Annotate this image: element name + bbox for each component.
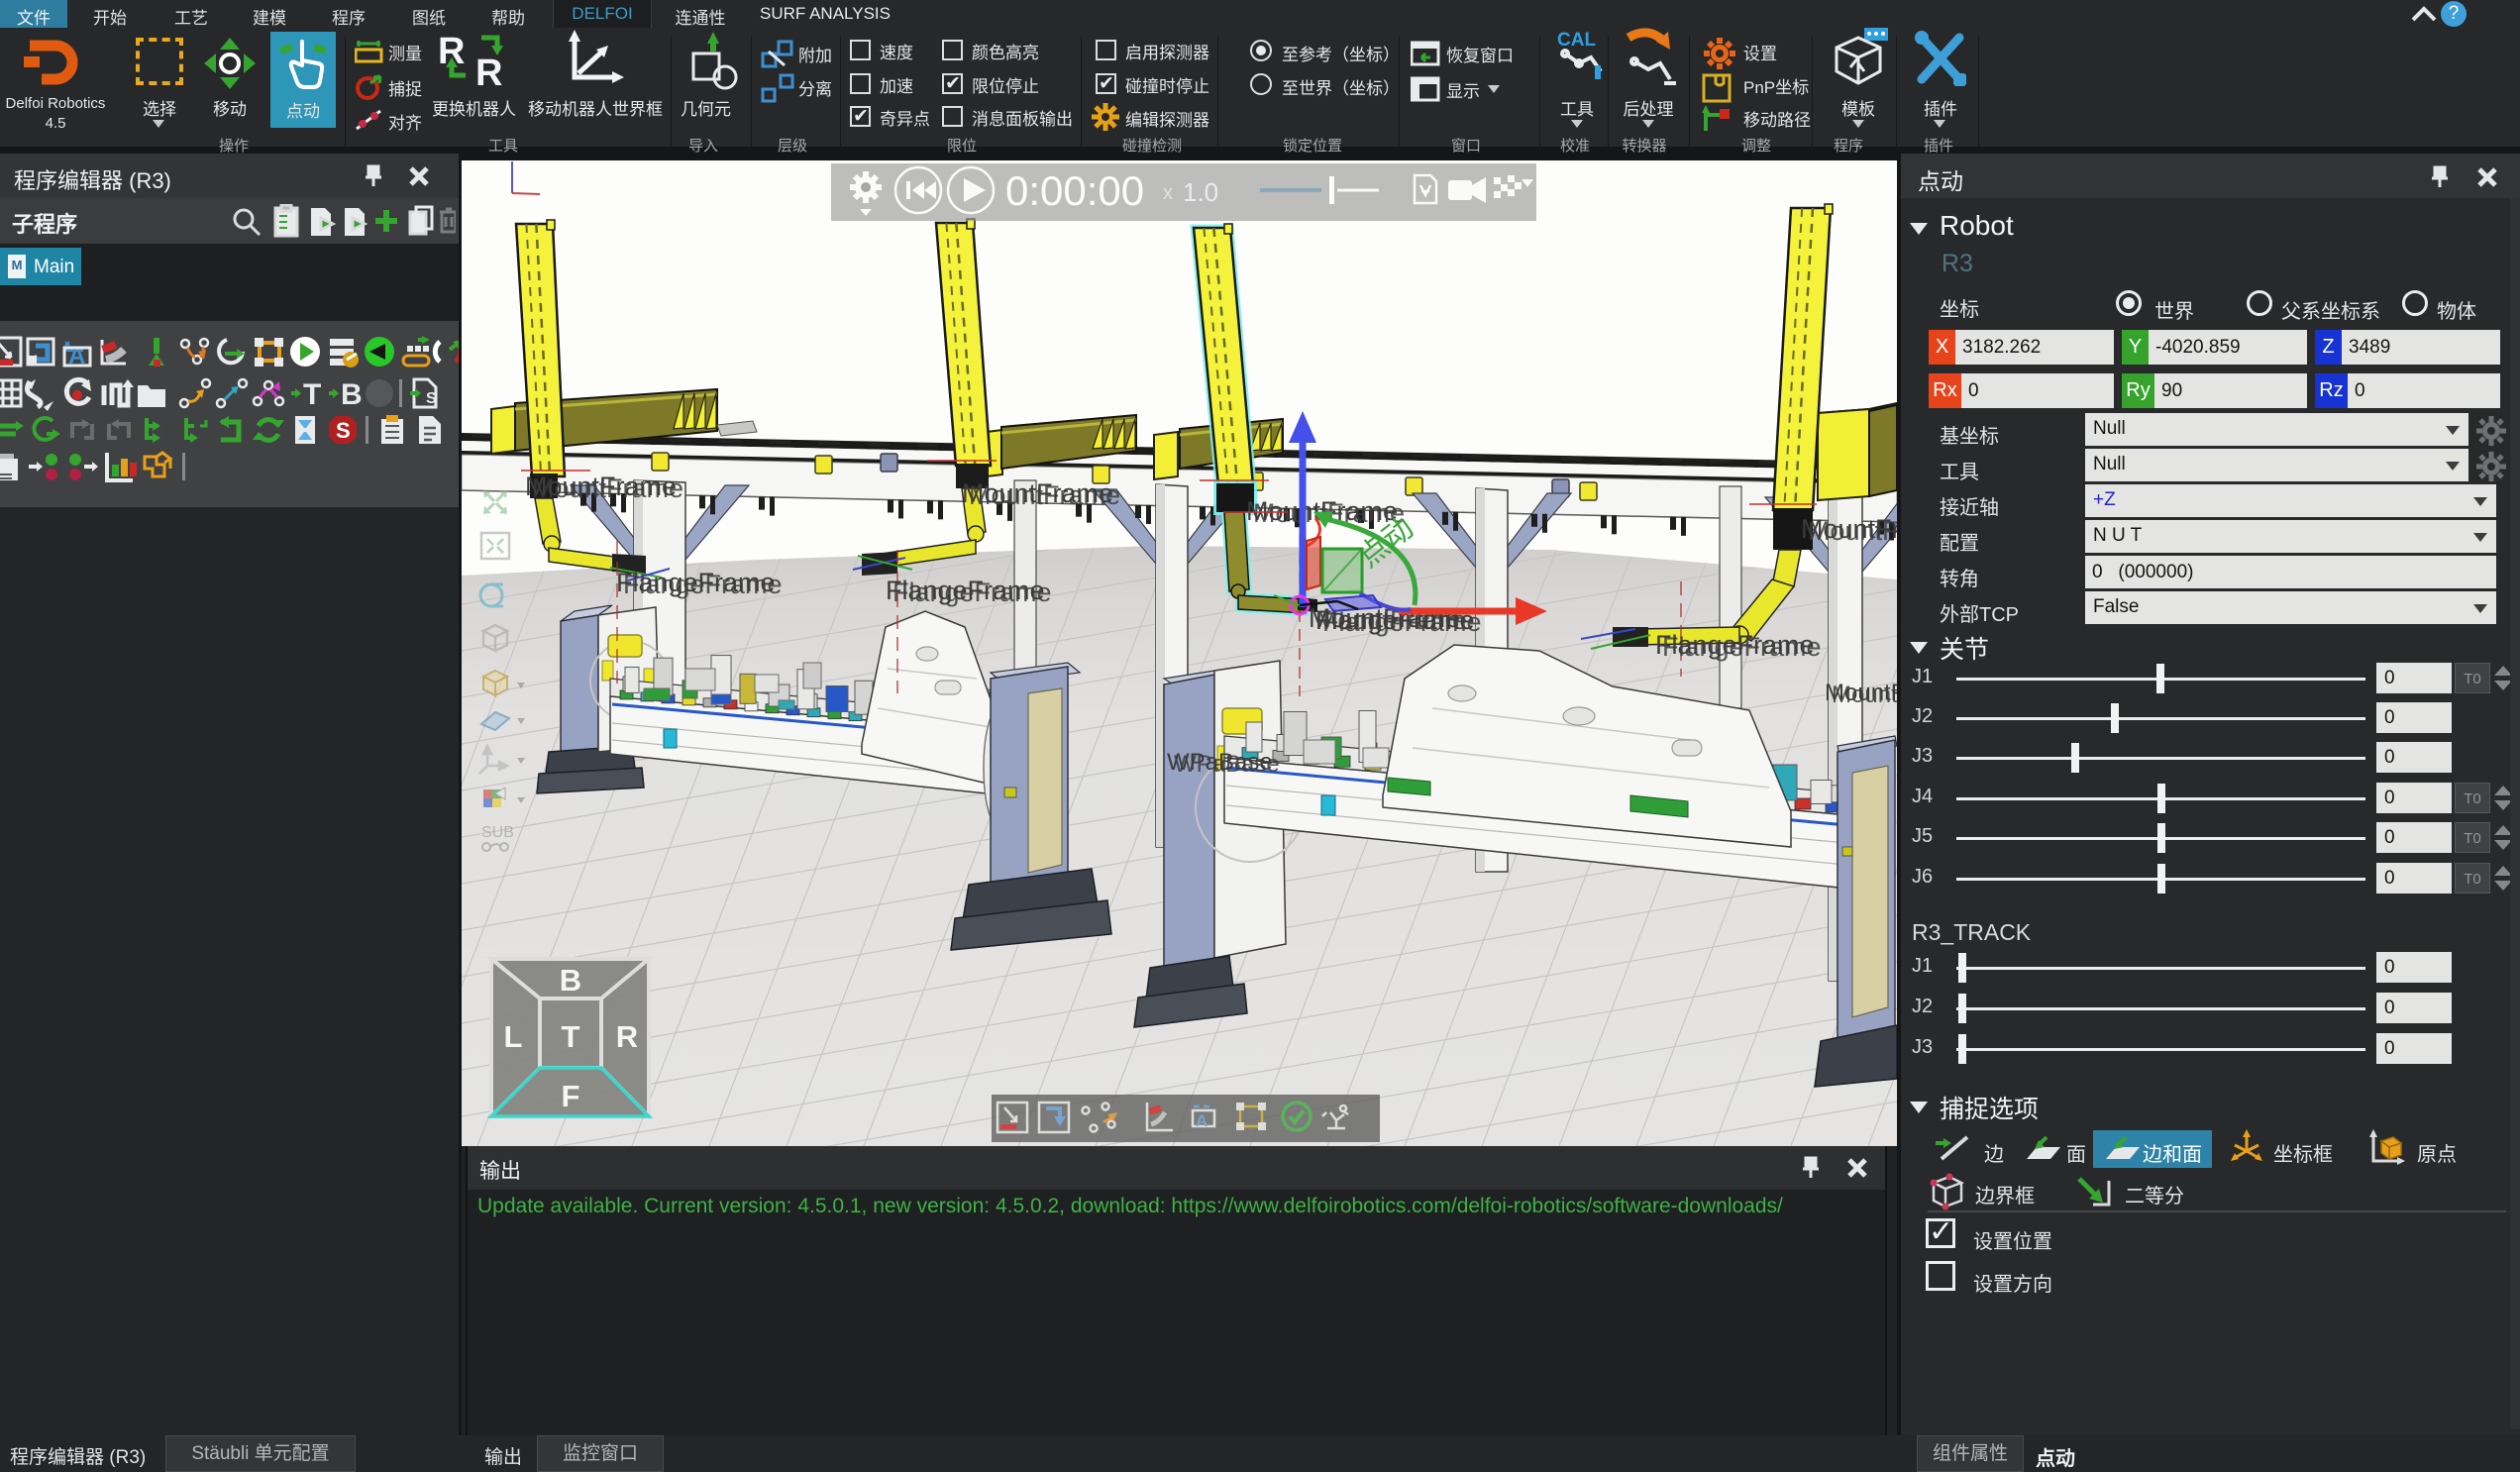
svg-text:FlangeFrame: FlangeFrame: [892, 578, 1052, 607]
svg-text:1.0: 1.0: [1183, 177, 1218, 207]
svg-text:FlangeFrame: FlangeFrame: [623, 570, 783, 599]
svg-text:SUB: SUB: [481, 824, 514, 841]
svg-text:R: R: [475, 53, 502, 87]
svg-text:F: F: [562, 1079, 580, 1113]
svg-text:WPaBase: WPaBase: [1174, 751, 1280, 778]
svg-text:MountFrame: MountFrame: [969, 480, 1120, 510]
svg-text:FlangeFrame: FlangeFrame: [1662, 632, 1822, 662]
svg-text:CAL: CAL: [1557, 30, 1596, 51]
svg-text:T: T: [303, 378, 321, 411]
svg-text:MountFrame: MountFrame: [532, 473, 683, 503]
svg-text:T: T: [562, 1019, 580, 1054]
svg-text:R: R: [616, 1019, 638, 1054]
svg-text:B: B: [341, 378, 363, 411]
svg-text:S: S: [336, 418, 351, 443]
svg-text:MountFrame: MountFrame: [1808, 516, 1897, 546]
svg-text:S: S: [426, 390, 437, 407]
svg-text:0:00:00: 0:00:00: [1005, 167, 1144, 214]
svg-text:L: L: [504, 1019, 523, 1054]
svg-text:B: B: [560, 963, 581, 998]
svg-text:A: A: [1196, 1111, 1208, 1130]
svg-text:x: x: [1163, 182, 1173, 204]
svg-text:MountFrame: MountFrame: [1832, 682, 1897, 708]
